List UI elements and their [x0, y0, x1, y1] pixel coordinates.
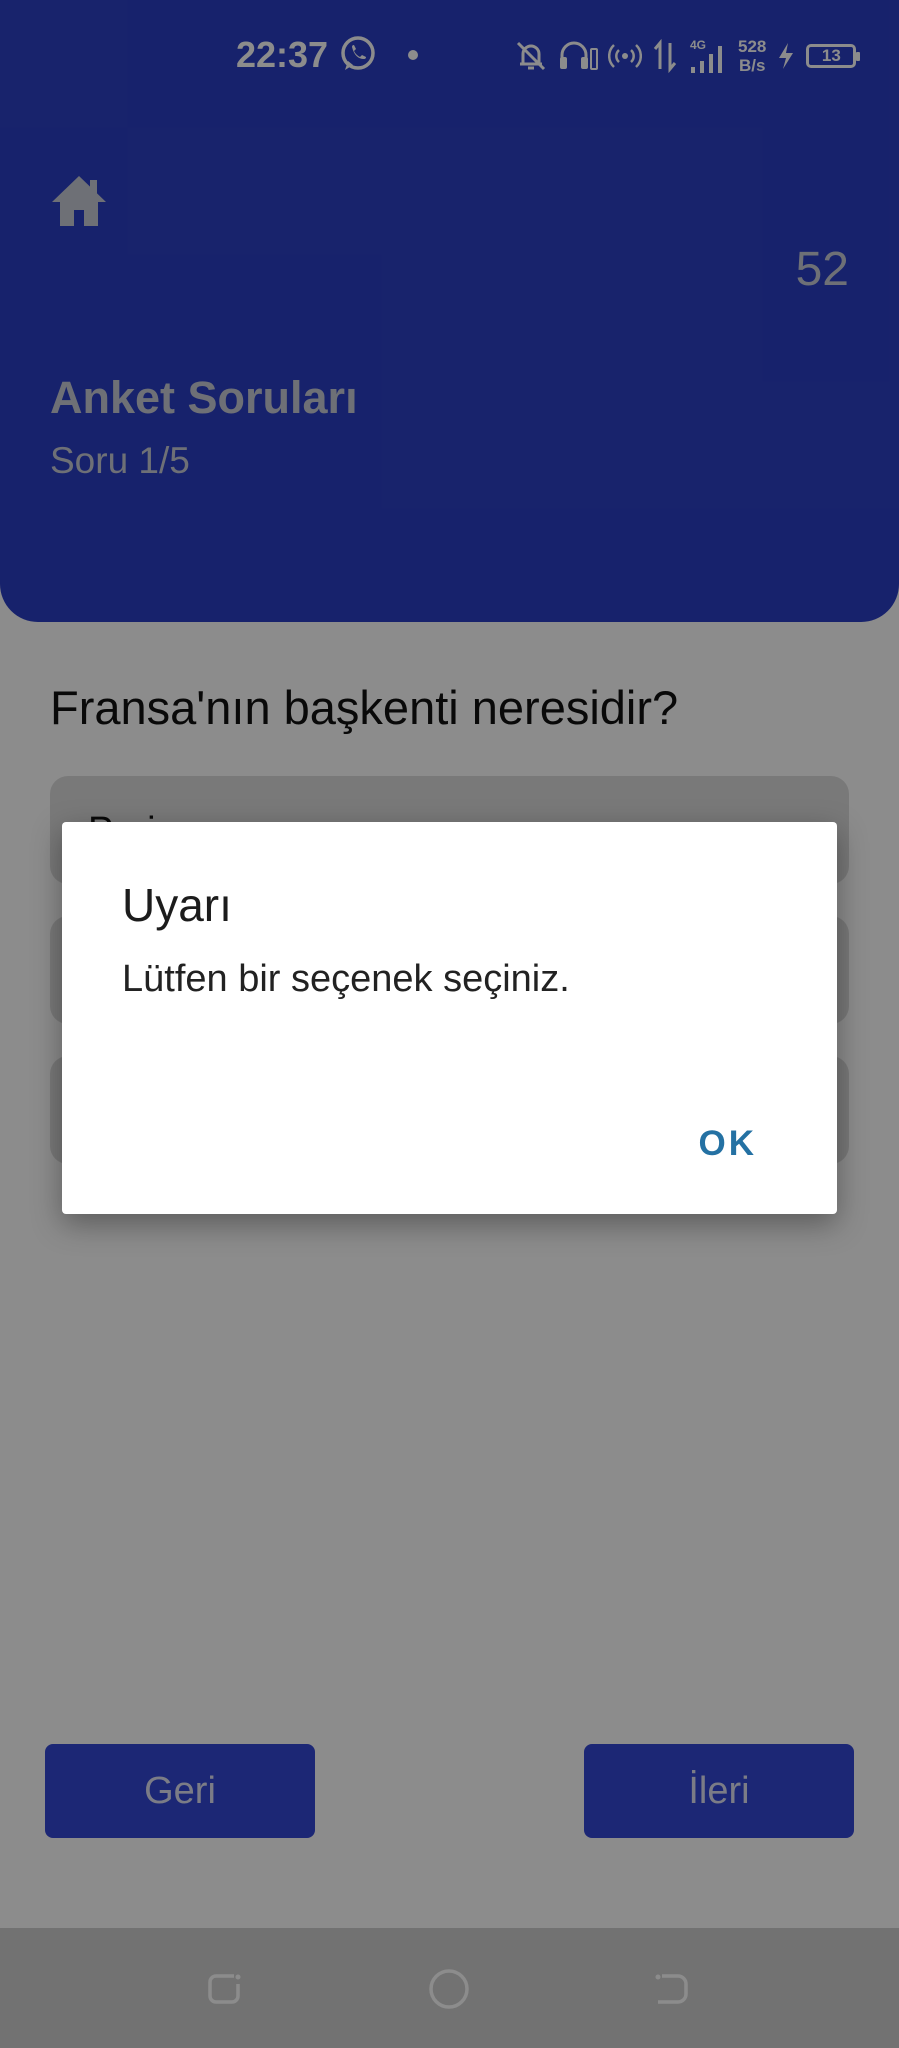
next-button[interactable]: İleri	[584, 1744, 854, 1838]
back-nav-icon[interactable]	[652, 1968, 692, 2008]
page-title: Anket Soruları	[50, 372, 358, 423]
whatsapp-icon	[341, 36, 375, 70]
question-text: Fransa'nın başkenti neresidir?	[50, 681, 679, 734]
battery-level: 13	[821, 46, 841, 65]
data-transfer-icon	[653, 39, 677, 73]
dialog-title: Uyarı	[122, 879, 232, 931]
next-button-label: İleri	[688, 1769, 750, 1812]
app-header: 22:37 4G 528 B/s 13 52 Anket Soruları So…	[0, 0, 899, 622]
home-nav-icon[interactable]	[428, 1968, 470, 2010]
alert-dialog: Uyarı Lütfen bir seçenek seçiniz. OK	[62, 822, 837, 1214]
dialog-message: Lütfen bir seçenek seçiniz.	[122, 958, 570, 1000]
countdown-timer: 52	[795, 243, 849, 296]
svg-text:4G: 4G	[690, 38, 706, 52]
back-button[interactable]: Geri	[45, 1744, 315, 1838]
battery-indicator: 13	[806, 44, 861, 68]
status-icons: 4G 528 B/s 13	[514, 34, 861, 78]
system-nav-bar	[0, 1928, 899, 2048]
signal-4g-icon: 4G	[690, 38, 722, 73]
network-speed-unit: B/s	[738, 56, 766, 75]
network-speed-value: 528	[738, 37, 767, 56]
bell-off-icon	[516, 41, 546, 71]
back-button-label: Geri	[144, 1769, 216, 1812]
home-icon[interactable]	[50, 172, 108, 228]
network-speed: 528 B/s	[738, 37, 766, 75]
ok-button[interactable]: OK	[699, 1124, 758, 1164]
charging-icon	[779, 43, 794, 69]
notification-dot-icon	[408, 50, 418, 60]
recent-apps-icon[interactable]	[204, 1968, 244, 2008]
status-time: 22:37	[236, 34, 329, 75]
status-bar: 22:37 4G 528 B/s 13	[0, 0, 899, 110]
question-counter: Soru 1/5	[50, 440, 190, 481]
headphones-battery-icon	[560, 41, 598, 70]
hotspot-icon	[608, 44, 642, 68]
